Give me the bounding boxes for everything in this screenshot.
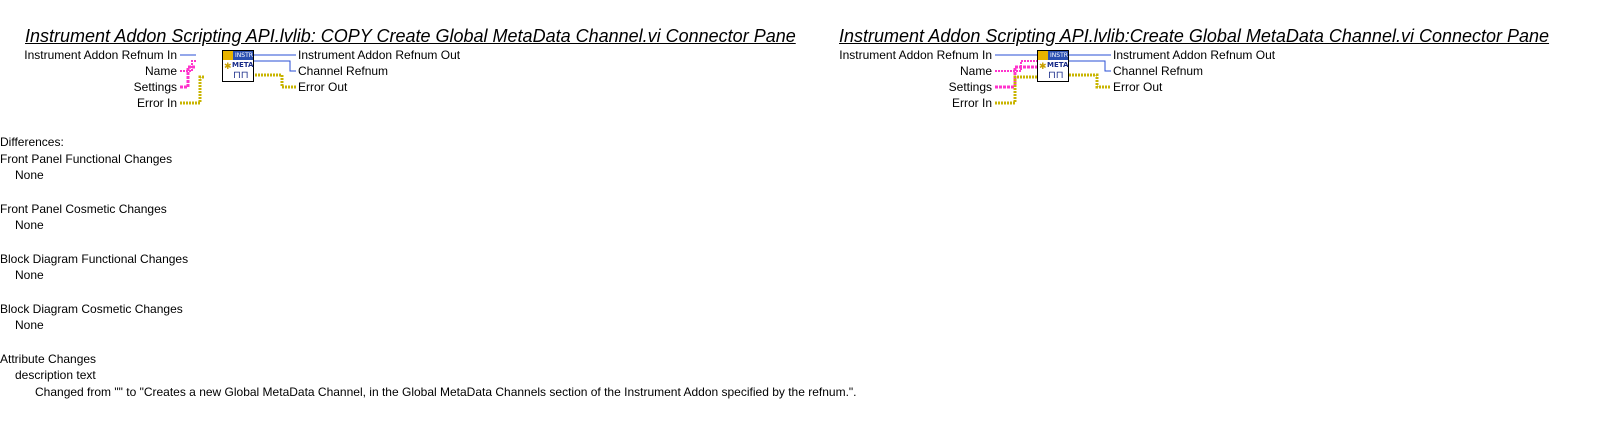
icon-text-main: META bbox=[232, 61, 254, 69]
icon-text-top: INSTR bbox=[235, 52, 253, 59]
icon-tag bbox=[1038, 51, 1048, 60]
left-connector-pane: Instrument Addon Refnum In Name Settings… bbox=[0, 47, 500, 111]
section-detail-fp-cosmetic: None bbox=[15, 218, 44, 232]
left-output-refnum-label: Instrument Addon Refnum Out bbox=[298, 48, 461, 62]
left-input-settings-label: Settings bbox=[133, 80, 177, 94]
icon-text-top: INSTR bbox=[1050, 52, 1068, 59]
left-pane-title: Instrument Addon Scripting API.lvlib: CO… bbox=[25, 26, 796, 46]
left-input-name-label: Name bbox=[144, 64, 177, 78]
sparkle-icon: ✱ bbox=[224, 61, 232, 71]
section-title-bd-functional: Block Diagram Functional Changes bbox=[0, 252, 189, 266]
differences-heading: Differences: bbox=[0, 135, 64, 149]
waveform-icon: ⊓⊓ bbox=[233, 70, 249, 81]
section-title-bd-cosmetic: Block Diagram Cosmetic Changes bbox=[0, 302, 183, 316]
section-title-fp-functional: Front Panel Functional Changes bbox=[0, 152, 173, 166]
left-input-error-label: Error In bbox=[136, 96, 177, 110]
section-detail-bd-cosmetic: None bbox=[15, 318, 44, 332]
attribute-change-detail: Changed from "" to "Creates a new Global… bbox=[35, 385, 857, 399]
right-input-error-label: Error In bbox=[951, 96, 992, 110]
section-detail-bd-functional: None bbox=[15, 268, 44, 282]
section-title-fp-cosmetic: Front Panel Cosmetic Changes bbox=[0, 202, 167, 216]
right-pane-title: Instrument Addon Scripting API.lvlib:Cre… bbox=[839, 26, 1550, 46]
right-connector-pane: Instrument Addon Refnum In Name Settings… bbox=[815, 47, 1315, 111]
attribute-item: description text bbox=[15, 368, 96, 382]
right-input-name-label: Name bbox=[959, 64, 992, 78]
sparkle-icon: ✱ bbox=[1039, 61, 1047, 71]
left-output-channel-label: Channel Refnum bbox=[298, 64, 389, 78]
left-vi-icon: INSTR ✱ META ⊓⊓ bbox=[222, 50, 254, 82]
icon-text-main: META bbox=[1047, 61, 1069, 69]
right-input-refnum-label: Instrument Addon Refnum In bbox=[839, 48, 992, 62]
right-vi-icon: INSTR ✱ META ⊓⊓ bbox=[1037, 50, 1069, 82]
right-output-channel-label: Channel Refnum bbox=[1113, 64, 1204, 78]
waveform-icon: ⊓⊓ bbox=[1048, 70, 1064, 81]
left-input-refnum-label: Instrument Addon Refnum In bbox=[24, 48, 177, 62]
icon-tag bbox=[223, 51, 233, 60]
right-output-refnum-label: Instrument Addon Refnum Out bbox=[1113, 48, 1276, 62]
left-output-error-label: Error Out bbox=[298, 80, 348, 94]
attribute-changes-title: Attribute Changes bbox=[0, 352, 97, 366]
right-output-error-label: Error Out bbox=[1113, 80, 1163, 94]
right-input-settings-label: Settings bbox=[948, 80, 992, 94]
section-detail-fp-functional: None bbox=[15, 168, 44, 182]
